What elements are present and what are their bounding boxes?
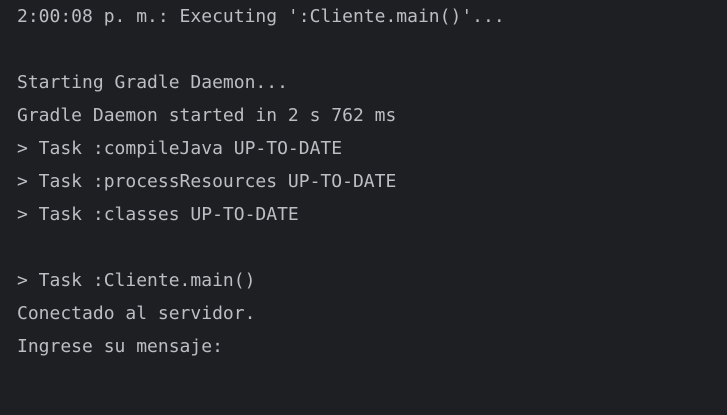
console-line-execution-start: 2:00:08 p. m.: Executing ':Cliente.main(… — [17, 6, 505, 27]
console-line-task-compile-java: > Task :compileJava UP-TO-DATE — [17, 138, 343, 159]
console-line-task-process-resources: > Task :processResources UP-TO-DATE — [17, 171, 397, 192]
console-line-task-classes: > Task :classes UP-TO-DATE — [17, 204, 299, 225]
console-line-starting-daemon: Starting Gradle Daemon... — [17, 72, 288, 93]
run-console-output[interactable]: 2:00:08 p. m.: Executing ':Cliente.main(… — [0, 0, 727, 415]
console-input-caret[interactable] — [250, 337, 251, 355]
console-line-connected: Conectado al servidor. — [17, 303, 256, 324]
console-line-input-prompt[interactable]: Ingrese su mensaje: — [17, 330, 223, 363]
console-line-daemon-started: Gradle Daemon started in 2 s 762 ms — [17, 105, 397, 126]
console-line-task-main: > Task :Cliente.main() — [17, 270, 256, 291]
